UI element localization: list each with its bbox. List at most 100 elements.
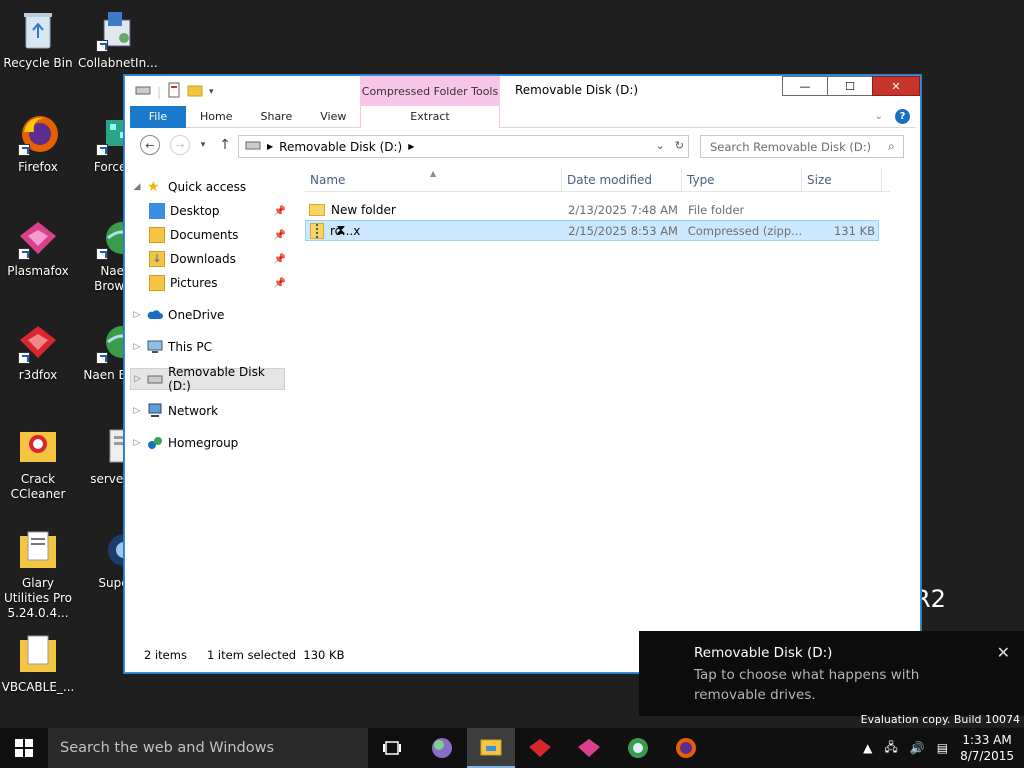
tab-home[interactable]: Home: [186, 106, 246, 128]
help-icon[interactable]: ?: [895, 109, 910, 124]
search-icon[interactable]: ⌕: [888, 139, 895, 154]
drive-icon[interactable]: [135, 84, 151, 99]
action-center-icon[interactable]: ▤: [937, 741, 948, 755]
folder-icon: [309, 203, 325, 216]
network-tray-icon[interactable]: 🖧: [884, 738, 897, 759]
desktop-icon-collabnet[interactable]: CollabnetIn...: [78, 8, 158, 71]
nav-item-label: Homegroup: [168, 436, 239, 450]
desktop-icon-glary-utilities[interactable]: Glary Utilities Pro 5.24.0.4...: [0, 528, 76, 621]
navigation-pane: ◢ ★ Quick access Desktop 📌 Documents 📌 ↓…: [130, 168, 295, 638]
autoplay-notification[interactable]: Removable Disk (D:) Tap to choose what h…: [639, 631, 1024, 716]
collapsed-chevron-icon[interactable]: ▷: [130, 342, 144, 352]
firefox-icon: [676, 738, 696, 758]
desktop-icon-recycle-bin[interactable]: Recycle Bin: [0, 8, 76, 71]
address-dropdown-icon[interactable]: ⌄: [656, 139, 665, 152]
collapsed-chevron-icon[interactable]: ▷: [130, 310, 144, 320]
desktop-icon-r3dfox[interactable]: r3dfox: [0, 320, 76, 383]
taskbar-app-firefox[interactable]: [662, 728, 710, 768]
nav-this-pc[interactable]: ▷ This PC: [130, 336, 290, 358]
task-view-button[interactable]: [368, 728, 416, 768]
table-row[interactable]: New folder 2/13/2025 7:48 AM File folder: [305, 199, 879, 220]
tab-file[interactable]: File: [130, 105, 186, 128]
file-size: 131 KB: [833, 223, 876, 238]
nav-item-label: Desktop: [170, 204, 220, 218]
recycle-bin-icon: [16, 8, 60, 52]
taskbar-app-file-explorer[interactable]: [467, 728, 515, 768]
nav-network[interactable]: ▷ Network: [130, 400, 290, 422]
desktop-icon-firefox[interactable]: Firefox: [0, 112, 76, 175]
desktop-icon-plasmafox[interactable]: Plasmafox: [0, 216, 76, 279]
title-bar[interactable]: | ▾ Compressed Folder Tools Removable Di…: [125, 76, 920, 106]
minimize-button[interactable]: —: [782, 76, 828, 96]
taskbar-app-naen-browser[interactable]: [614, 728, 662, 768]
pin-icon[interactable]: 📌: [274, 206, 286, 217]
maximize-button[interactable]: ☐: [827, 76, 873, 96]
nav-homegroup[interactable]: ▷ Homegroup: [130, 432, 290, 454]
collapsed-chevron-icon[interactable]: ▷: [131, 374, 144, 384]
nav-desktop[interactable]: Desktop 📌: [130, 200, 290, 222]
computer-icon: [147, 339, 163, 355]
column-type[interactable]: Type: [682, 168, 802, 191]
up-button[interactable]: ↑: [214, 134, 236, 156]
tab-view[interactable]: View: [306, 106, 360, 128]
address-bar[interactable]: ▶ Removable Disk (D:) ▶ ⌄ ↻: [238, 135, 689, 158]
collapsed-chevron-icon[interactable]: ▷: [130, 406, 144, 416]
taskbar-app-sphere[interactable]: [418, 728, 466, 768]
new-folder-icon[interactable]: [187, 83, 203, 100]
tab-extract[interactable]: Extract: [360, 105, 500, 128]
notification-close-icon[interactable]: ✕: [997, 643, 1010, 662]
desktop-icon-crack-ccleaner[interactable]: Crack CCleaner: [0, 424, 76, 502]
downloads-folder-icon: ↓: [149, 251, 165, 267]
status-item-count: 2 items: [144, 648, 187, 662]
taskbar-search-input[interactable]: Search the web and Windows: [48, 728, 368, 768]
compressed-folder-tools-tab[interactable]: Compressed Folder Tools: [360, 76, 500, 106]
refresh-icon[interactable]: ↻: [675, 139, 684, 152]
properties-icon[interactable]: [167, 82, 181, 101]
nav-pictures[interactable]: Pictures 📌: [130, 272, 290, 294]
collapsed-chevron-icon[interactable]: ▷: [130, 438, 144, 448]
taskbar-app-plasmafox[interactable]: [565, 728, 613, 768]
pin-icon[interactable]: 📌: [274, 278, 286, 289]
file-date: 2/13/2025 7:48 AM: [568, 202, 678, 217]
show-hidden-icons-icon[interactable]: ▲: [863, 741, 872, 755]
start-button[interactable]: [0, 728, 48, 768]
recent-locations-button[interactable]: ▾: [192, 134, 214, 156]
desktop-icon-label: CollabnetIn...: [78, 56, 158, 70]
breadcrumb-removable-disk[interactable]: Removable Disk (D:): [279, 140, 402, 154]
back-button[interactable]: ←: [140, 135, 160, 155]
clock-time: 1:33 AM: [962, 733, 1012, 747]
expanded-chevron-icon[interactable]: ◢: [130, 182, 144, 192]
pin-icon[interactable]: 📌: [274, 230, 286, 241]
task-view-icon: [383, 741, 401, 755]
sphere-app-icon: [432, 738, 452, 758]
nav-quick-access[interactable]: ◢ ★ Quick access: [130, 176, 290, 198]
firefox-icon: [16, 112, 60, 156]
quick-access-toolbar: | ▾: [135, 82, 214, 101]
close-button[interactable]: ✕: [872, 76, 920, 96]
tab-share[interactable]: Share: [246, 106, 306, 128]
busy-cursor-icon: ⧗: [336, 223, 346, 238]
table-row-selected[interactable]: ro...x ⧗ 2/15/2025 8:53 AM Compressed (zi…: [305, 220, 879, 241]
pin-icon[interactable]: 📌: [274, 254, 286, 265]
column-date-modified[interactable]: Date modified: [562, 168, 682, 191]
volume-icon[interactable]: 🔊: [910, 741, 925, 755]
forward-button[interactable]: →: [170, 135, 190, 155]
column-name[interactable]: Name ▲: [305, 168, 562, 191]
nav-downloads[interactable]: ↓ Downloads 📌: [130, 248, 290, 270]
taskbar-clock[interactable]: 1:33 AM 8/7/2015: [960, 732, 1014, 764]
desktop-icon-vbcable[interactable]: VBCABLE_...: [0, 632, 76, 695]
zip-archive-icon: [310, 222, 324, 239]
r3dfox-icon: [16, 320, 60, 364]
taskbar-app-r3dfox[interactable]: [516, 728, 564, 768]
column-size[interactable]: Size: [802, 168, 882, 191]
notification-message: Tap to choose what happens with removabl…: [694, 667, 920, 703]
search-input[interactable]: Search Removable Disk (D:): [700, 135, 904, 158]
shortcut-arrow-icon: [18, 248, 30, 260]
desktop-icon-label: Firefox: [18, 160, 58, 174]
breadcrumb-chevron-icon[interactable]: ▶: [408, 142, 414, 151]
expand-ribbon-icon[interactable]: ⌄: [875, 111, 883, 122]
nav-removable-disk[interactable]: ▷ Removable Disk (D:): [130, 365, 285, 393]
nav-documents[interactable]: Documents 📌: [130, 224, 290, 246]
customize-toolbar-icon[interactable]: ▾: [209, 87, 214, 97]
nav-onedrive[interactable]: ▷ OneDrive: [130, 304, 290, 326]
